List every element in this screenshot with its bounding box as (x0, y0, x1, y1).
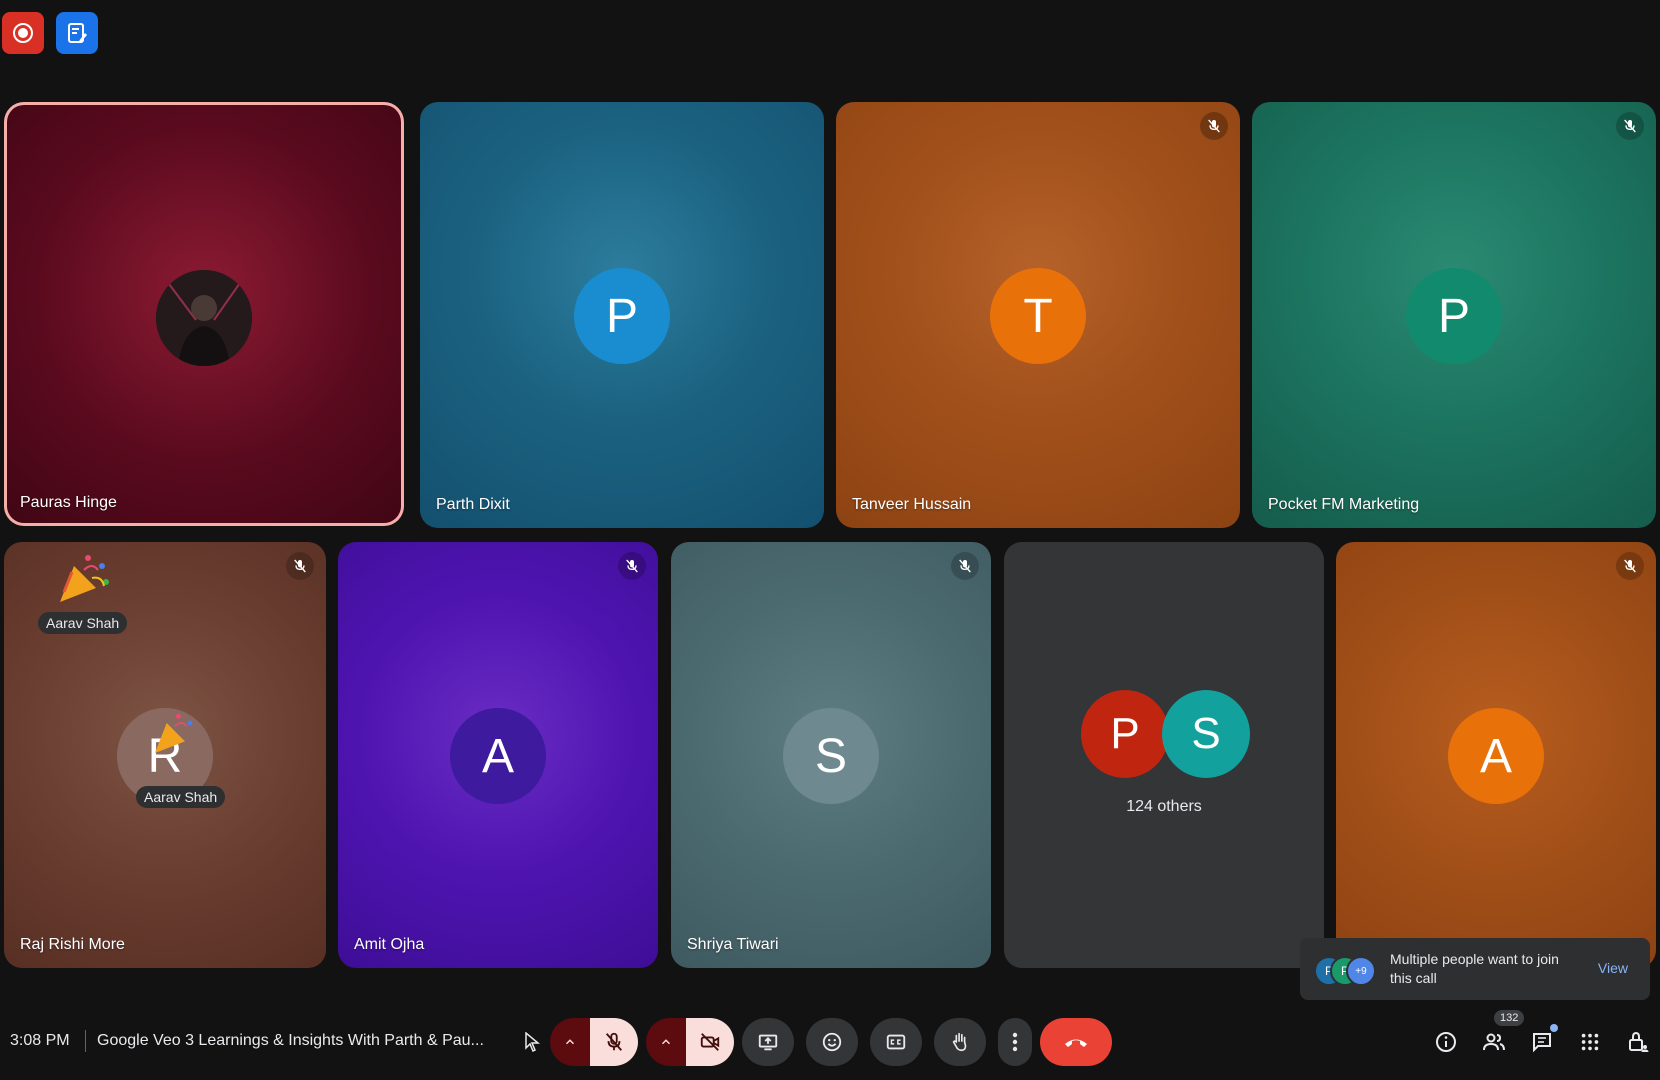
hand-icon (952, 1032, 967, 1052)
people-button[interactable] (1480, 1028, 1508, 1056)
participant-tile[interactable]: Aarav Shah R Aarav Shah Raj Rishi More (4, 542, 326, 968)
cursor-icon (525, 1032, 540, 1052)
avatar-initial: A (1479, 729, 1512, 783)
lock-person-icon (1629, 1031, 1649, 1052)
avatar: S (783, 708, 879, 804)
people-icon (1483, 1033, 1505, 1051)
chevron-up-icon (565, 1039, 575, 1045)
meeting-title: Google Veo 3 Learnings & Insights With P… (97, 1032, 484, 1049)
camera-off-icon (700, 1033, 720, 1051)
people-count-badge: 132 (1494, 1010, 1525, 1026)
avatar-initial: A (481, 729, 514, 783)
participant-tile[interactable]: A (1336, 542, 1656, 968)
chat-notification-dot (1550, 1024, 1558, 1032)
audio-options-button[interactable] (550, 1018, 590, 1066)
muted-icon (1200, 112, 1228, 140)
join-request-toast: P P +9 Multiple people want to join this… (1300, 938, 1650, 1000)
others-count-label: 124 others (1126, 798, 1202, 815)
record-icon (13, 23, 33, 43)
avatar: P (574, 268, 670, 364)
divider (85, 1030, 86, 1052)
avatar-initial: S (1191, 709, 1221, 758)
participant-name: Amit Ojha (354, 936, 425, 953)
others-tile[interactable]: P S 124 others (1004, 542, 1324, 968)
participant-tile[interactable]: P Parth Dixit (420, 102, 824, 528)
video-options-button[interactable] (646, 1018, 686, 1066)
party-popper-icon (54, 548, 114, 608)
present-screen-icon (758, 1034, 778, 1051)
muted-icon (286, 552, 314, 580)
toast-message: Multiple people want to join this call (1390, 951, 1559, 986)
raise-hand-button[interactable] (934, 1018, 986, 1066)
host-controls-button[interactable] (1624, 1028, 1652, 1056)
meeting-control-bar: 3:08 PM Google Veo 3 Learnings & Insight… (0, 1010, 1660, 1074)
muted-icon (1616, 112, 1644, 140)
participant-tile[interactable]: T Tanveer Hussain (836, 102, 1240, 528)
more-count-badge: +9 (1346, 956, 1376, 986)
avatar: P (1081, 690, 1169, 778)
participant-tile[interactable]: S Shriya Tiwari (671, 542, 991, 968)
apps-grid-icon (1581, 1033, 1599, 1051)
avatar: A (450, 708, 546, 804)
participant-name: Tanveer Hussain (852, 496, 972, 513)
muted-icon (618, 552, 646, 580)
participant-photo (156, 270, 252, 366)
reaction-label: Aarav Shah (136, 786, 226, 808)
present-screen-button[interactable] (742, 1018, 794, 1066)
avatar-initial: P (1110, 709, 1140, 758)
activities-button[interactable] (1576, 1028, 1604, 1056)
mic-off-icon (605, 1032, 623, 1051)
avatar: S (1162, 690, 1250, 778)
participant-name: Pocket FM Marketing (1268, 496, 1420, 513)
participant-tile-self[interactable]: Pauras Hinge (4, 102, 404, 526)
participant-name: Parth Dixit (436, 496, 510, 513)
leave-call-button[interactable] (1040, 1018, 1112, 1066)
emoji-icon (822, 1032, 842, 1052)
chevron-up-icon (661, 1039, 671, 1045)
more-options-button[interactable] (998, 1018, 1032, 1066)
avatar-initial: S (814, 729, 847, 783)
chat-button[interactable] (1528, 1024, 1558, 1056)
reaction-label: Aarav Shah (38, 612, 128, 634)
camera-toggle-button[interactable] (686, 1018, 734, 1066)
avatar-initial: P (605, 289, 638, 343)
participant-name: Shriya Tiwari (687, 936, 779, 953)
captions-button[interactable] (870, 1018, 922, 1066)
avatar-initial: P (1437, 289, 1470, 343)
notes-icon (68, 23, 87, 43)
participant-tile[interactable]: A Amit Ojha (338, 542, 658, 968)
avatar: A (1448, 708, 1544, 804)
participant-name: Pauras Hinge (20, 494, 117, 511)
captions-icon (886, 1034, 906, 1050)
more-vert-icon (1012, 1032, 1018, 1052)
avatar: T (990, 268, 1086, 364)
microphone-toggle-button[interactable] (590, 1018, 638, 1066)
party-popper-icon (150, 708, 200, 758)
participant-name: Raj Rishi More (20, 936, 125, 953)
muted-icon (951, 552, 979, 580)
avatar-stack: P P +9 (1314, 956, 1378, 986)
view-join-requests-link[interactable]: View (1598, 960, 1628, 976)
clock: 3:08 PM (10, 1032, 70, 1049)
participant-tile[interactable]: P Pocket FM Marketing (1252, 102, 1656, 528)
take-notes-button[interactable] (56, 12, 98, 54)
meeting-details-button[interactable] (1432, 1028, 1460, 1056)
chat-icon (1533, 1033, 1551, 1053)
more-count: +9 (1355, 965, 1367, 977)
person-silhouette-icon (156, 270, 252, 366)
end-call-icon (1065, 1039, 1087, 1047)
avatar-initial: T (1023, 289, 1053, 343)
recording-button[interactable] (2, 12, 44, 54)
info-icon (1436, 1032, 1456, 1052)
avatar: P (1406, 268, 1502, 364)
reactions-button[interactable] (806, 1018, 858, 1066)
muted-icon (1616, 552, 1644, 580)
